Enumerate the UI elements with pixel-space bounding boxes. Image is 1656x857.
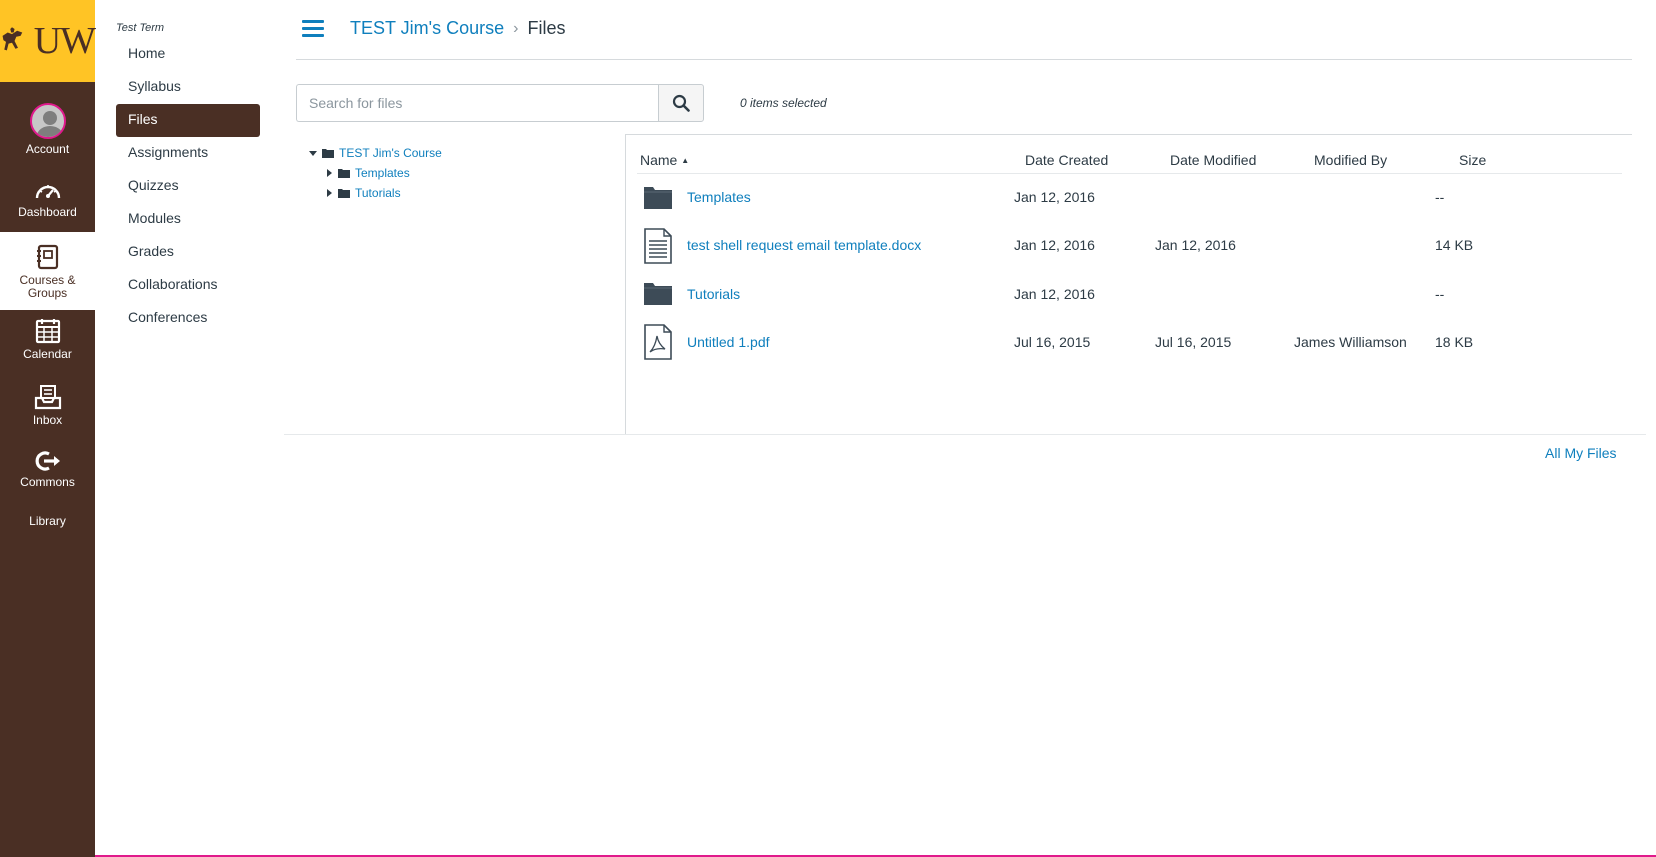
courses-icon	[36, 244, 58, 270]
column-header-name[interactable]: Name ▲	[640, 152, 689, 168]
dashboard-icon	[35, 185, 60, 199]
global-nav-label: Courses &	[19, 273, 76, 287]
size-cell: 14 KB	[1435, 237, 1474, 253]
course-nav-quizzes[interactable]: Quizzes	[116, 170, 260, 203]
files-panel-bottom-border	[284, 434, 1646, 435]
folder-icon	[644, 187, 672, 209]
table-row[interactable]: Tutorials Jan 12, 2016 --	[637, 271, 1622, 319]
calendar-icon	[35, 319, 60, 344]
course-nav-files[interactable]: Files	[116, 104, 260, 137]
global-nav-label: Inbox	[32, 413, 63, 427]
table-row[interactable]: Templates Jan 12, 2016 --	[637, 174, 1622, 222]
course-nav-syllabus[interactable]: Syllabus	[116, 71, 260, 104]
modified-by-cell: James Williamson	[1294, 334, 1407, 350]
course-nav-home[interactable]: Home	[116, 38, 260, 71]
global-nav-label-line2: Groups	[27, 286, 68, 300]
size-cell: 18 KB	[1435, 334, 1474, 350]
global-nav-library[interactable]: Library	[0, 515, 95, 528]
table-row[interactable]: Untitled 1.pdf Jul 16, 2015 Jul 16, 2015…	[637, 319, 1622, 367]
column-header-date-created[interactable]: Date Created	[1025, 152, 1108, 168]
size-cell: --	[1435, 286, 1445, 302]
global-nav-calendar[interactable]: Calendar	[0, 318, 95, 361]
date-created-cell: Jan 12, 2016	[1014, 286, 1095, 302]
column-header-modified-by[interactable]: Modified By	[1314, 152, 1387, 168]
search-button[interactable]	[658, 84, 704, 122]
column-header-size[interactable]: Size	[1459, 152, 1486, 168]
sort-ascending-icon: ▲	[681, 156, 690, 165]
global-nav-label: Commons	[20, 475, 75, 489]
date-created-cell: Jan 12, 2016	[1014, 237, 1095, 253]
uw-logo[interactable]: UW	[0, 0, 96, 82]
column-header-date-modified[interactable]: Date Modified	[1170, 152, 1256, 168]
bucking-horse-icon	[2, 27, 23, 51]
folder-icon	[322, 149, 334, 158]
date-modified-cell: Jan 12, 2016	[1155, 237, 1236, 253]
global-navigation: UW Account Dashboard Courses & Groups Ca…	[0, 0, 96, 857]
files-panel-divider	[625, 134, 626, 435]
folder-icon	[338, 189, 350, 198]
file-name-link[interactable]: Templates	[687, 189, 751, 205]
global-nav-commons[interactable]: Commons	[0, 450, 95, 489]
file-name-link[interactable]: test shell request email template.docx	[687, 237, 921, 253]
header-divider	[296, 59, 1632, 60]
global-nav-account[interactable]: Account	[0, 103, 95, 156]
course-nav-grades[interactable]: Grades	[116, 236, 260, 269]
size-cell: --	[1435, 189, 1445, 205]
course-nav-conferences[interactable]: Conferences	[116, 302, 260, 335]
breadcrumb-course-link[interactable]: TEST Jim's Course	[350, 18, 504, 39]
global-nav-label: Calendar	[23, 347, 72, 361]
date-modified-cell: Jul 16, 2015	[1155, 334, 1232, 350]
file-name-link[interactable]: Untitled 1.pdf	[687, 334, 770, 350]
file-name-link[interactable]: Tutorials	[687, 286, 740, 302]
tree-item-label: Tutorials	[355, 186, 401, 200]
logo-text: UW	[33, 20, 96, 62]
caret-down-icon[interactable]	[308, 148, 318, 158]
breadcrumb-current: Files	[527, 18, 566, 38]
course-nav-collaborations[interactable]: Collaborations	[116, 269, 260, 302]
global-nav-courses[interactable]: Courses & Groups	[0, 232, 95, 310]
tree-item-tutorials[interactable]: Tutorials	[324, 186, 401, 200]
caret-right-icon[interactable]	[324, 168, 334, 178]
breadcrumb: TEST Jim's Course › Files	[350, 18, 565, 39]
folder-icon	[644, 283, 672, 305]
search-input[interactable]	[296, 84, 659, 122]
table-row[interactable]: test shell request email template.docx J…	[637, 222, 1622, 270]
course-navigation: Test Term Home Syllabus Files Assignment…	[95, 0, 275, 857]
search-icon	[672, 94, 690, 112]
column-header-label: Name	[640, 152, 678, 168]
tree-item-templates[interactable]: Templates	[324, 166, 410, 180]
breadcrumb-separator: ›	[513, 19, 519, 37]
date-created-cell: Jan 12, 2016	[1014, 189, 1095, 205]
tree-item-label: Templates	[355, 166, 410, 180]
caret-right-icon[interactable]	[324, 188, 334, 198]
term-label: Test Term	[116, 22, 165, 34]
commons-icon	[35, 451, 60, 471]
selection-status: 0 items selected	[740, 96, 827, 110]
avatar-icon	[29, 103, 66, 139]
course-nav-modules[interactable]: Modules	[116, 203, 260, 236]
tree-root-item[interactable]: TEST Jim's Course	[308, 146, 442, 160]
course-menu-toggle-button[interactable]	[302, 20, 324, 38]
all-my-files-link[interactable]: All My Files	[1545, 445, 1617, 461]
global-nav-dashboard[interactable]: Dashboard	[0, 180, 95, 219]
global-nav-label: Library	[29, 514, 66, 528]
global-nav-label: Dashboard	[18, 205, 77, 219]
folder-icon	[338, 169, 350, 178]
files-panel-top-border	[626, 134, 1632, 135]
global-nav-label: Account	[25, 142, 70, 156]
date-created-cell: Jul 16, 2015	[1014, 334, 1091, 350]
course-nav-assignments[interactable]: Assignments	[116, 137, 260, 170]
global-nav-inbox[interactable]: Inbox	[0, 384, 95, 427]
pdf-icon	[644, 324, 672, 360]
tree-item-label: TEST Jim's Course	[339, 146, 442, 160]
document-icon	[644, 228, 672, 264]
inbox-icon	[34, 385, 61, 410]
